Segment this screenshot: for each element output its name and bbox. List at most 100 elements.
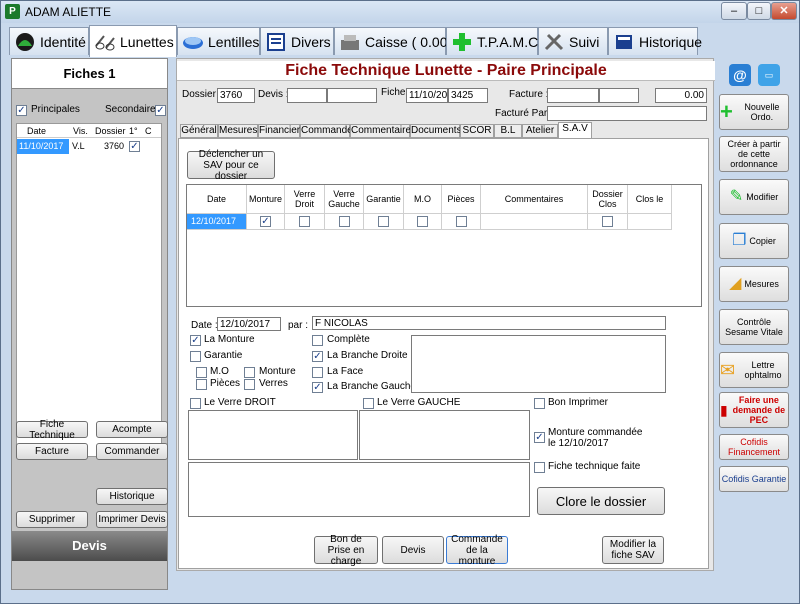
par-field[interactable]: F NICOLAS [312,316,666,330]
general-comment-box[interactable] [188,462,530,517]
la-monture-checkbox[interactable]: ✓ [190,335,201,346]
branche-droite-label: La Branche Droite [327,350,408,361]
tab-scor[interactable]: SCOR [460,124,494,138]
sav-row-date[interactable]: 12/10/2017 [187,213,247,230]
historique-button[interactable]: Historique [96,488,168,505]
lettre-ophtalmo-button[interactable]: ✉ Lettre ophtalmo [719,352,789,388]
commande-monture-button[interactable]: Commande de la monture [446,534,508,567]
row-1-checkbox[interactable]: ✓ [129,141,140,152]
facture-button[interactable]: Facture [16,443,88,460]
tab-label: Identité [40,33,86,50]
sms-icon[interactable]: ▭ [758,64,780,86]
page-title: Fiche Technique Lunette - Paire Principa… [177,61,715,81]
faire-pec-button[interactable]: ▮ Faire une demande de PEC [719,392,789,428]
copier-button[interactable]: ❐ Copier [719,223,789,259]
tab-general[interactable]: Général [180,124,218,138]
row-commentaires[interactable] [481,213,588,230]
modifier-sav-button[interactable]: Modifier la fiche SAV [602,536,664,564]
modifier-button[interactable]: ✎ Modifier [719,179,789,215]
garantie-checkbox[interactable] [190,351,201,362]
branche-droite-checkbox[interactable]: ✓ [312,351,323,362]
mo-checkbox[interactable] [196,367,207,378]
fiche-number-field[interactable]: 3425 [448,88,488,103]
fiche-technique-button[interactable]: Fiche Technique [16,419,88,441]
nouvelle-ordo-button[interactable]: + Nouvelle Ordo. [719,94,789,130]
branche-gauche-checkbox[interactable]: ✓ [312,382,323,393]
tab-divers[interactable]: Divers [260,27,334,55]
tab-caisse[interactable]: Caisse ( 0.00) [334,27,452,55]
tab-commande[interactable]: Commande [300,124,353,138]
controle-sesame-button[interactable]: Contrôle Sesame Vitale [719,309,789,345]
tab-suivi[interactable]: Suivi [538,27,608,55]
minimize-button[interactable]: – [721,2,747,20]
devis-bar[interactable]: Devis [12,531,167,561]
tab-sav[interactable]: S.A.V [558,122,592,139]
acompte-button[interactable]: Acompte [96,421,168,438]
clore-dossier-button[interactable]: Clore le dossier [537,487,665,515]
app-logo-icon: P [5,4,20,19]
la-face-checkbox[interactable] [312,367,323,378]
declencher-sav-button[interactable]: Déclencher un SAV pour ce dossier [187,149,275,182]
devis-field-2[interactable] [327,88,377,103]
row-monture-checkbox[interactable]: ✓ [260,216,271,227]
sav-date-field[interactable]: 12/10/2017 [217,317,281,331]
cofidis-financement-button[interactable]: Cofidis Financement [719,434,789,460]
verre-droit-checkbox[interactable] [190,398,201,409]
facture-field-2[interactable] [599,88,639,103]
row-pieces-checkbox[interactable] [456,216,467,227]
tab-bl[interactable]: B.L [494,124,522,138]
row-verre-gauche-checkbox[interactable] [339,216,350,227]
devis-field-1[interactable] [287,88,327,103]
tab-commentaires[interactable]: Commentaires [350,124,416,138]
verre-gauche-checkbox[interactable] [363,398,374,409]
cofidis-garantie-button[interactable]: Cofidis Garantie [719,466,789,492]
tab-lentilles[interactable]: Lentilles [177,27,260,55]
tab-identite[interactable]: Identité [9,27,89,55]
tab-mesures[interactable]: Mesures [218,124,258,138]
monture-checkbox[interactable] [244,367,255,378]
dossier-field[interactable]: 3760 [217,88,255,103]
tab-tpamc[interactable]: T.P.A.M.C [446,27,538,55]
monture-comment-box[interactable] [411,335,666,393]
creer-ordonnance-button[interactable]: Créer à partir de cette ordonnance [719,136,789,172]
facture-par-field[interactable] [547,106,707,121]
monture-commandee-checkbox[interactable]: ✓ [534,432,545,443]
garantie-label: Garantie [204,350,243,361]
commander-button[interactable]: Commander [96,443,168,460]
tab-historique[interactable]: Historique [608,27,702,55]
table-row[interactable]: 11/10/2017 V.L 3760 ✓ [17,139,161,154]
identity-icon [16,32,34,51]
verre-droit-box[interactable] [188,410,358,460]
green-cross-icon [453,32,471,51]
copy-icon: ❐ [732,232,747,249]
tab-lunettes[interactable]: Lunettes [89,25,177,57]
imprimer-devis-button[interactable]: Imprimer Devis [96,511,168,528]
tab-financier[interactable]: Financier [258,124,300,138]
verre-gauche-box[interactable] [359,410,530,460]
maximize-button[interactable]: □ [747,2,771,20]
row-garantie-checkbox[interactable] [378,216,389,227]
fiche-date-field[interactable]: 11/10/2017 [406,88,448,103]
principales-checkbox[interactable]: ✓ [16,105,27,116]
pieces-checkbox[interactable] [196,379,207,390]
bon-prise-en-charge-button[interactable]: Bon de Prise en charge [314,534,378,567]
amount-field[interactable]: 0.00 [655,88,707,103]
tab-documents[interactable]: Documents [410,124,462,138]
row-clos-le[interactable] [628,213,672,230]
row-mo-checkbox[interactable] [417,216,428,227]
row-verre-droit-checkbox[interactable] [299,216,310,227]
mesures-button[interactable]: ◢ Mesures [719,266,789,302]
envelope-icon: ✉ [720,360,736,380]
row-dossier-clos-checkbox[interactable] [602,216,613,227]
supprimer-button[interactable]: Supprimer [16,511,88,528]
devis-button[interactable]: Devis [382,536,444,564]
email-icon[interactable]: @ [729,64,751,86]
complete-checkbox[interactable] [312,335,323,346]
facture-field-1[interactable] [547,88,599,103]
verres-checkbox[interactable] [244,379,255,390]
tab-atelier[interactable]: Atelier [522,124,558,138]
bon-imprimer-checkbox[interactable] [534,398,545,409]
close-button[interactable]: ✕ [771,2,797,20]
secondaires-checkbox[interactable]: ✓ [155,105,166,116]
fiche-faite-checkbox[interactable] [534,462,545,473]
